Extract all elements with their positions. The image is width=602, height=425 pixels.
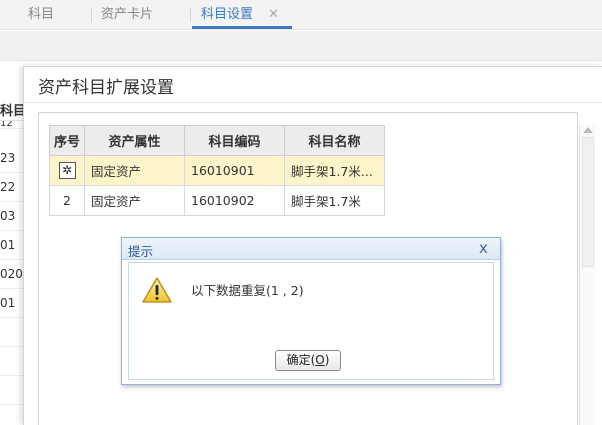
subject-name-cell[interactable]: 脚手架1.7米... [284, 155, 385, 186]
background-list: 科目 12 23 22 03 01 0202 01 [0, 97, 24, 425]
list-item[interactable]: 12 [0, 121, 24, 129]
dialog-content: 以下数据重复(1 , 2) 确定(O) [128, 262, 494, 380]
scrollbar-thumb[interactable] [582, 137, 594, 267]
ok-button-accesskey: O [315, 353, 325, 367]
tab-subjects[interactable]: 科目 [28, 0, 54, 30]
list-item[interactable]: 22 [0, 173, 24, 202]
subject-code-cell[interactable]: 16010901 [184, 155, 285, 186]
background-list-header: 科目 [0, 97, 24, 121]
dialog-title: 提示 [128, 244, 154, 259]
toolbar-strip [0, 31, 602, 61]
list-item[interactable]: 01 [0, 289, 24, 318]
asset-attr-cell[interactable]: 固定资产 [84, 155, 185, 186]
list-item [0, 376, 24, 405]
modal-divider [24, 102, 602, 103]
warning-icon [142, 277, 172, 303]
tab-separator [190, 8, 191, 22]
gear-icon[interactable]: ✲ [58, 162, 76, 179]
column-header-subject-name[interactable]: 科目名称 [284, 125, 385, 156]
list-item[interactable]: 03 [0, 202, 24, 231]
alert-dialog: 提示 x 以下数据重复(1 , 2) 确定(O) [121, 237, 501, 385]
list-item[interactable]: 23 [0, 144, 24, 173]
ok-button[interactable]: 确定(O) [275, 350, 341, 371]
active-tab-indicator [192, 26, 292, 29]
list-item[interactable]: 01 [0, 231, 24, 260]
list-item [0, 318, 24, 347]
vertical-scrollbar[interactable] [579, 125, 596, 425]
dialog-message: 以下数据重复(1 , 2) [191, 283, 304, 298]
ok-button-label-prefix: 确定( [286, 353, 316, 367]
tab-bar: 科目 资产卡片 科目设置 ✕ [0, 0, 602, 30]
row-number-cell: 2 [49, 185, 85, 216]
column-header-asset-attr[interactable]: 资产属性 [84, 125, 185, 156]
list-item[interactable]: 0202 [0, 260, 24, 289]
tab-separator [91, 8, 92, 22]
list-item [0, 347, 24, 376]
grid-header-row: 序号 资产属性 科目编码 科目名称 [49, 125, 385, 156]
column-header-no[interactable]: 序号 [49, 125, 85, 156]
subject-grid: 序号 资产属性 科目编码 科目名称 ✲ 固定资产 16010901 脚手架1.7… [49, 125, 385, 216]
subject-code-cell[interactable]: 16010902 [184, 185, 285, 216]
asset-attr-cell[interactable]: 固定资产 [84, 185, 185, 216]
table-row[interactable]: ✲ 固定资产 16010901 脚手架1.7米... [49, 155, 385, 186]
scroll-up-icon[interactable] [583, 127, 593, 133]
row-settings-cell[interactable]: ✲ [49, 155, 85, 186]
column-header-subject-code[interactable]: 科目编码 [184, 125, 285, 156]
ok-button-label-suffix: ) [324, 353, 330, 367]
tab-asset-card[interactable]: 资产卡片 [101, 0, 153, 30]
dialog-header: 提示 x [122, 238, 500, 260]
close-icon[interactable]: x [479, 239, 488, 257]
subject-name-cell[interactable]: 脚手架1.7米 [284, 185, 385, 216]
modal-title: 资产科目扩展设置 [38, 78, 174, 98]
table-row[interactable]: 2 固定资产 16010902 脚手架1.7米 [49, 185, 385, 216]
